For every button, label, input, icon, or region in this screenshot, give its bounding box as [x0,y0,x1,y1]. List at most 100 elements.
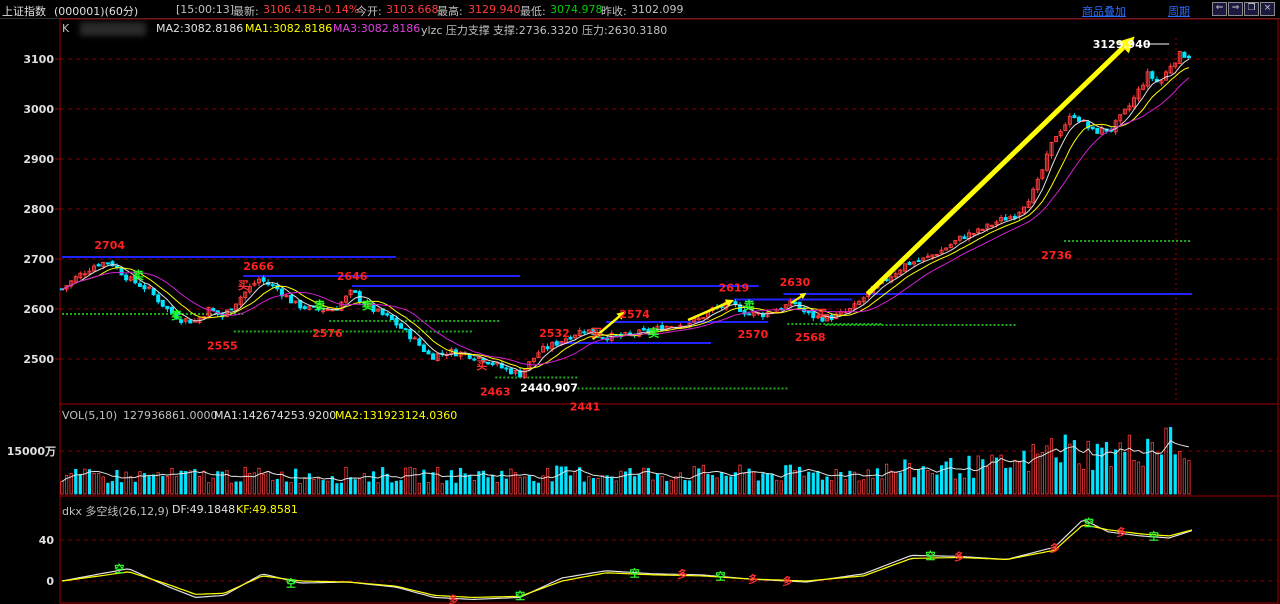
candle-down [792,301,797,305]
price-label: 2704 [94,239,125,252]
volume-bar [289,482,293,495]
volume-bar [788,464,792,495]
volume-bar [729,476,733,495]
volume-bar [733,472,738,495]
candle-up [971,232,976,235]
candle-down [156,294,161,303]
volume-bar [921,466,925,495]
volume-bar [994,457,999,495]
volume-bar [156,472,160,495]
volume-bar [284,481,289,495]
volume-bar [568,475,573,495]
volume-bar [678,472,683,495]
long-signal-marker: 多 [677,568,687,581]
volume-bar [1146,438,1150,495]
candle-down [504,367,509,370]
dkx-tick-label: 0 [46,575,54,588]
volume-bar [935,474,939,495]
ma3-value: MA3:3082.8186 [333,22,421,35]
volume-bar [321,480,325,495]
dkx-lines: 空空多 空空多空多多空 多多空多空 [61,517,1193,604]
candle-up [412,337,417,340]
volume-bar [697,468,701,495]
volume-bar [486,477,490,495]
volume-bar [408,466,412,495]
volume-bars[interactable] [60,427,1191,495]
volume-bar [582,481,586,495]
dkx-kf: KF:49.8581 [236,503,298,516]
volume-bar [669,479,673,495]
buy-marker: 买 [816,308,827,321]
y-tick-label: 2700 [23,253,54,266]
volume-bar [527,475,531,495]
volume-bar [381,467,385,495]
volume-bar [784,465,788,495]
candle-down [394,317,399,326]
volume-bar [147,476,151,495]
candlesticks[interactable] [60,50,1191,380]
candle-down [916,260,921,263]
volume-bar [953,478,957,495]
volume-bar [303,478,307,495]
volume-bar [692,466,696,495]
volume-bar [316,477,321,495]
volume-bar [862,479,866,495]
candle-down [289,294,294,304]
y-axis-labels: 3100 3000 2900 2800 2700 2600 2500 15000万 40 0 [7,53,56,588]
volume-bar [600,475,605,495]
support-value: 支撑:2736.3320 [493,24,579,37]
volume-bar [1017,460,1022,495]
volume-bar [720,472,724,495]
volume-bar [715,477,719,495]
volume-bar [674,476,678,495]
volume-bar [449,470,453,495]
volume-bar [335,483,339,495]
volume-bar [1013,459,1017,495]
volume-bar [349,477,353,495]
volume-bar [756,480,760,495]
long-signal-marker: 多 [448,593,458,604]
volume-bar [1169,427,1173,495]
volume-bar [234,481,238,495]
volume-bar [133,481,137,495]
volume-bar [1049,438,1054,495]
candle-down [472,358,477,361]
volume-bar [724,475,728,495]
volume-bar [857,480,861,495]
sell-marker: 卖 [744,298,755,312]
volume-bar [394,480,399,495]
volume-bar [637,474,641,495]
volume-bar [820,479,825,495]
y-tick-label: 3100 [23,53,54,66]
vol-title: VOL(5,10) [62,409,118,422]
price-label: 2570 [738,328,769,341]
volume-bar [1118,442,1122,495]
vol-ma1: MA1:142674253.9200 [214,409,337,422]
candle-down [747,313,752,316]
volume-bar [229,482,234,495]
volume-bar [761,473,765,495]
volume-bar [385,473,389,495]
price-label: 2574 [619,308,650,321]
price-label: 2619 [719,282,750,295]
volume-bar [184,471,188,495]
candle-down [554,341,559,346]
volume-bar [1036,453,1040,495]
volume-bar [119,482,124,495]
volume-bar [468,474,472,495]
volume-bar [367,481,371,495]
volume-bar [843,479,847,495]
volume-bar [1022,450,1026,495]
empty-signal-marker: 空 [1149,530,1159,543]
volume-bar [1109,466,1113,495]
long-signal-marker: 多 [1116,526,1126,539]
price-label: 2532 [539,327,570,340]
volume-bar [655,473,660,495]
candle-down [119,267,124,276]
main-panel-label: K [62,22,70,35]
price-label: 2576 [312,327,343,340]
candle-down [421,344,426,353]
candle-down [403,328,408,331]
volume-bar [793,469,797,495]
volume-bar [403,467,408,495]
